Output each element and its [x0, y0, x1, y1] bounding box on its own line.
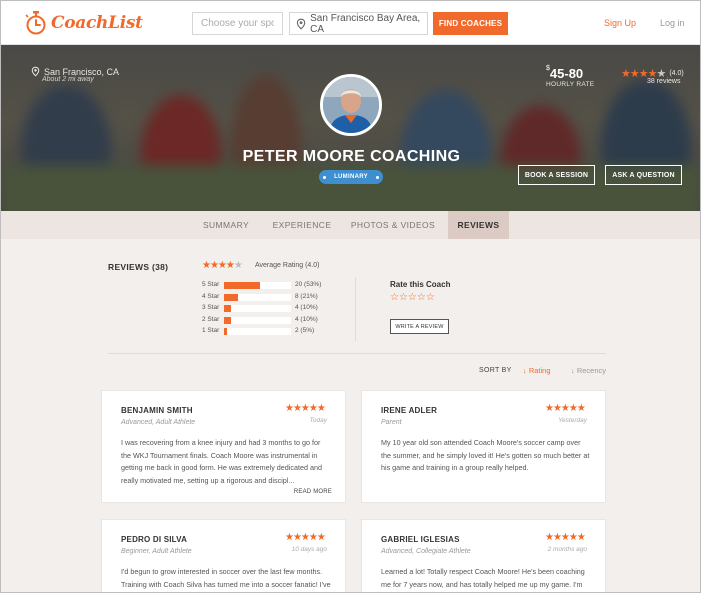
location-input-value: San Francisco Bay Area, CA	[310, 12, 421, 35]
reviewer-name: PEDRO DI SILVA	[121, 535, 188, 544]
reviewer-name: BENJAMIN SMITH	[121, 406, 193, 415]
hero-review-count[interactable]: 38 reviews	[647, 78, 680, 85]
distribution-count: 4 (10%)	[295, 304, 318, 311]
login-link[interactable]: Log in	[660, 18, 685, 28]
distribution-count: 20 (53%)	[295, 281, 322, 288]
page-frame: CoachList San Francisco Bay Area, CA FIN…	[0, 0, 701, 593]
distribution-bar-fill	[224, 328, 228, 335]
read-more-link[interactable]: READ MORE	[294, 489, 332, 495]
luminary-badge: LUMINARY	[319, 170, 383, 184]
rating-distribution-row: 5 Star 20 (53%)	[202, 281, 322, 290]
distribution-bar-fill	[224, 305, 231, 312]
review-date: Today	[309, 417, 327, 424]
distribution-bar-track	[224, 282, 291, 289]
distribution-bar-track	[224, 305, 291, 312]
distribution-count: 8 (21%)	[295, 293, 318, 300]
distribution-label: 2 Star	[202, 316, 220, 323]
review-card: BENJAMIN SMITH ★★★★★ Today Advanced, Adu…	[101, 390, 346, 503]
summary-divider	[355, 277, 356, 341]
review-stars: ★★★★★	[285, 403, 326, 414]
coach-photo	[323, 77, 379, 133]
sort-by-rating[interactable]: ↓ Rating	[523, 366, 551, 375]
review-date: 10 days ago	[291, 546, 327, 553]
sport-search-input[interactable]	[192, 12, 283, 35]
reviews-title: REVIEWS (38)	[108, 262, 169, 272]
rating-distribution-row: 4 Star 8 (21%)	[202, 293, 322, 302]
review-date: 2 months ago	[547, 546, 587, 553]
rating-distribution-row: 1 Star 2 (5%)	[202, 327, 322, 336]
distribution-bar-fill	[224, 317, 231, 324]
review-text: Learned a lot! Totally respect Coach Moo…	[381, 567, 585, 589]
signup-link[interactable]: Sign Up	[604, 18, 636, 28]
tab-reviews[interactable]: REVIEWS	[448, 211, 509, 239]
tab-experience[interactable]: EXPERIENCE	[265, 211, 339, 239]
reviewer-role: Parent	[381, 419, 402, 426]
rate-this-coach-title: Rate this Coach	[390, 280, 451, 289]
average-rating-stars: ★★★★★	[202, 260, 243, 271]
review-card: IRENE ADLER ★★★★★ Yesterday Parent My 10…	[361, 390, 606, 503]
section-divider	[108, 353, 606, 354]
distribution-count: 2 (5%)	[295, 327, 315, 334]
reviewer-name: IRENE ADLER	[381, 406, 438, 415]
ask-question-button[interactable]: ASK A QUESTION	[605, 165, 682, 185]
tab-photos-videos[interactable]: PHOTOS & VIDEOS	[343, 211, 443, 239]
review-stars: ★★★★★	[545, 403, 586, 414]
hero-banner: San Francisco, CA About 2 mi away $45-80…	[1, 45, 700, 211]
rate-label: HOURLY RATE	[546, 81, 595, 88]
rate-range: 45-80	[549, 66, 584, 81]
distribution-bar-track	[224, 317, 291, 324]
sort-by-label: SORT BY	[479, 367, 512, 374]
distribution-label: 1 Star	[202, 327, 220, 334]
rating-distribution-row: 3 Star 4 (10%)	[202, 304, 322, 313]
coach-avatar	[320, 74, 382, 136]
location-pin-icon	[296, 18, 306, 30]
profile-tabs: SUMMARY EXPERIENCE PHOTOS & VIDEOS REVIE…	[1, 211, 700, 239]
reviewer-role: Advanced, Collegiate Athlete	[381, 548, 471, 555]
review-card: GABRIEL IGLESIAS ★★★★★ 2 months ago Adva…	[361, 519, 606, 592]
distribution-label: 5 Star	[202, 281, 220, 288]
review-stars: ★★★★★	[545, 532, 586, 543]
distribution-bar-track	[224, 294, 291, 301]
review-text: I was recovering from a knee injury and …	[121, 438, 322, 485]
average-rating-label: Average Rating (4.0)	[255, 262, 320, 269]
book-session-button[interactable]: BOOK A SESSION	[518, 165, 595, 185]
distribution-bar-fill	[224, 294, 239, 301]
sort-by-recency[interactable]: ↓ Recency	[571, 366, 606, 375]
distribution-label: 4 Star	[202, 293, 220, 300]
review-text: My 10 year old son attended Coach Moore'…	[381, 438, 590, 472]
hero-rating-score: (4.0)	[669, 70, 684, 77]
reviewer-role: Advanced, Adult Athlete	[121, 419, 196, 426]
location-pin-icon	[31, 66, 40, 77]
find-coaches-button[interactable]: FIND COACHES	[433, 12, 508, 35]
distribution-bar-track	[224, 328, 291, 335]
distribution-count: 4 (10%)	[295, 316, 318, 323]
top-header: CoachList San Francisco Bay Area, CA FIN…	[1, 1, 700, 45]
logo[interactable]: CoachList	[25, 10, 143, 36]
hero-location-text: San Francisco, CA	[44, 66, 120, 77]
tab-summary[interactable]: SUMMARY	[187, 211, 265, 239]
rating-distribution-row: 2 Star 4 (10%)	[202, 316, 322, 325]
distribution-bar-fill	[224, 282, 260, 289]
distribution-label: 3 Star	[202, 304, 220, 311]
stopwatch-logo-icon	[25, 11, 46, 35]
review-text: I'd begun to grow interested in soccer o…	[121, 567, 331, 589]
reviewer-name: GABRIEL IGLESIAS	[381, 535, 460, 544]
rate-coach-stars-input[interactable]: ☆☆☆☆☆	[390, 292, 435, 303]
review-date: Yesterday	[558, 417, 587, 424]
write-review-button[interactable]: WRITE A REVIEW	[390, 319, 449, 334]
review-card: PEDRO DI SILVA ★★★★★ 10 days ago Beginne…	[101, 519, 346, 592]
coach-name: PETER MOORE COACHING	[242, 148, 461, 165]
location-input[interactable]: San Francisco Bay Area, CA	[289, 12, 428, 35]
review-stars: ★★★★★	[285, 532, 326, 543]
logo-text: CoachList	[51, 13, 143, 33]
reviewer-role: Beginner, Adult Athlete	[121, 548, 192, 555]
hero-distance-text: About 2 mi away	[42, 76, 94, 83]
